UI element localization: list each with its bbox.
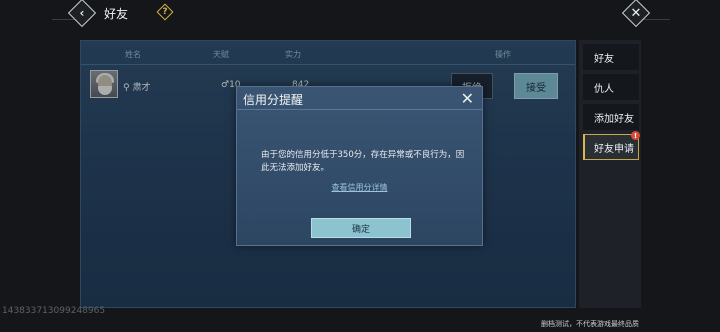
- sidebar-item-label: 仇人: [594, 83, 614, 95]
- sidebar-item-enemies[interactable]: 仇人: [583, 74, 639, 100]
- sidebar-item-friend-requests[interactable]: 好友申请 !: [583, 131, 640, 160]
- back-button[interactable]: ‹: [67, 0, 97, 28]
- top-bar: ‹ 好友 ? ✕: [0, 0, 720, 28]
- dialog-message: 由于您的信用分低于350分，存在异常或不良行为，因此无法添加好友。: [261, 150, 465, 173]
- question-mark-icon: ?: [162, 7, 168, 17]
- help-button[interactable]: ?: [156, 3, 174, 21]
- test-disclaimer: 删档测试，不代表游戏最终品质: [541, 320, 639, 328]
- sidebar-item-label: 好友: [594, 53, 614, 65]
- confirm-button[interactable]: 确定: [311, 218, 411, 238]
- credit-score-dialog: 信用分提醒 ✕ 由于您的信用分低于350分，存在异常或不良行为，因此无法添加好友…: [236, 86, 483, 246]
- close-button[interactable]: ✕: [621, 0, 651, 28]
- page-title: 好友: [104, 7, 129, 21]
- dialog-title: 信用分提醒: [243, 93, 304, 107]
- sidebar: 好友 仇人 添加好友 好友申请 !: [579, 40, 641, 308]
- notification-badge: !: [631, 131, 640, 140]
- chevron-left-icon: ‹: [79, 6, 85, 20]
- sidebar-item-add-friend[interactable]: 添加好友: [583, 104, 639, 130]
- sidebar-item-label: 好友申请: [594, 143, 634, 155]
- sidebar-item-friends[interactable]: 好友: [583, 44, 639, 70]
- dialog-divider: [237, 109, 482, 110]
- dialog-close-icon[interactable]: ✕: [461, 89, 474, 108]
- id-watermark: 143833713099248965: [2, 306, 106, 316]
- credit-details-link[interactable]: 查看信用分详情: [237, 182, 482, 193]
- close-icon: ✕: [630, 5, 642, 21]
- sidebar-item-label: 添加好友: [594, 113, 634, 125]
